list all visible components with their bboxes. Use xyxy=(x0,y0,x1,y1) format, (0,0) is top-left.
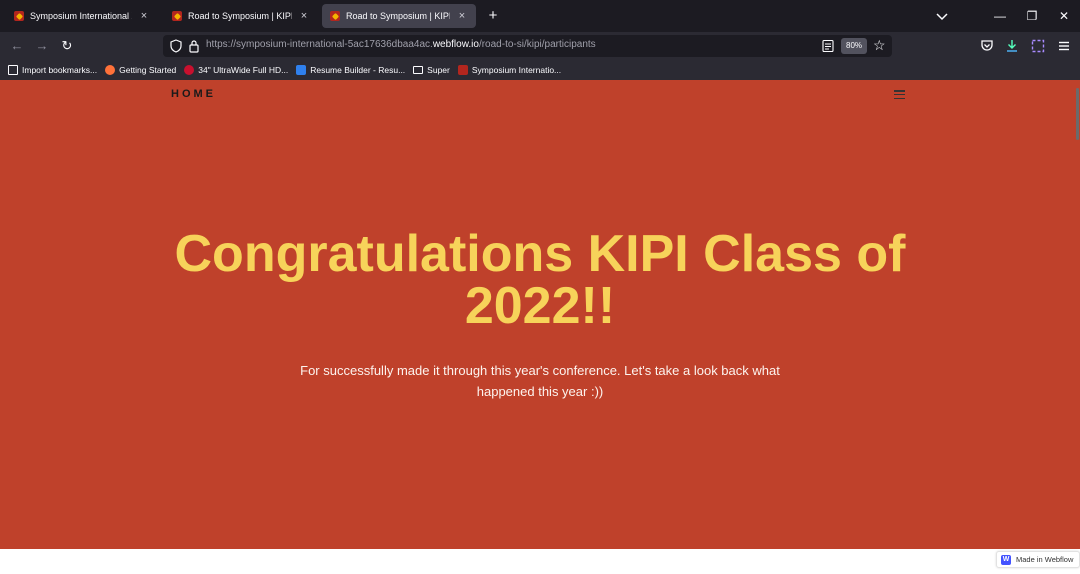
close-window-button[interactable]: ✕ xyxy=(1054,6,1074,26)
page-hero: HOME Congratulations KIPI Class of 2022!… xyxy=(0,80,1080,549)
navigation-toolbar: ← → ↻ https://symposium-international-5a… xyxy=(0,32,1080,60)
back-button[interactable]: ← xyxy=(8,37,26,55)
tab-road-to-symposium-2022[interactable]: Road to Symposium | KIPI 2022 × xyxy=(322,4,476,28)
bookmark-label: Symposium Internatio... xyxy=(471,65,562,75)
webflow-badge-label: Made in Webflow xyxy=(1016,555,1074,564)
reader-view-icon[interactable] xyxy=(821,39,835,53)
made-in-webflow-badge[interactable]: W Made in Webflow xyxy=(996,551,1080,568)
symposium-icon xyxy=(457,65,468,75)
tracking-shield-icon[interactable] xyxy=(169,39,183,53)
tab-strip: Symposium International XIV × Road to Sy… xyxy=(0,0,1080,32)
tab-close-icon[interactable]: × xyxy=(456,10,468,22)
home-nav-link[interactable]: HOME xyxy=(171,88,216,100)
page-subtext: For successfully made it through this ye… xyxy=(300,363,780,399)
restore-button[interactable]: ❐ xyxy=(1022,6,1042,26)
pocket-icon[interactable] xyxy=(979,38,995,54)
import-icon xyxy=(8,65,18,75)
tab-label: Road to Symposium | KIPI xyxy=(188,11,292,21)
bookmark-label: Import bookmarks... xyxy=(22,65,98,75)
resume-icon xyxy=(296,65,307,75)
bookmark-label: Super xyxy=(427,65,450,75)
page-scrollbar[interactable] xyxy=(1076,88,1079,140)
hamburger-menu-icon[interactable] xyxy=(894,90,905,99)
bookmark-ultrawide[interactable]: 34" UltraWide Full HD... xyxy=(184,65,288,75)
bookmark-label: Getting Started xyxy=(119,65,177,75)
zoom-level-badge[interactable]: 80% xyxy=(841,38,868,54)
tab-close-icon[interactable]: × xyxy=(138,10,150,22)
url-prefix: https://symposium-international-5ac17636… xyxy=(206,39,433,50)
symposium-favicon-icon xyxy=(172,11,182,21)
bookmarks-toolbar: Import bookmarks... Getting Started 34" … xyxy=(0,60,1080,80)
bookmark-import[interactable]: Import bookmarks... xyxy=(8,65,97,75)
page-below-fold xyxy=(0,549,1080,574)
minimize-button[interactable]: — xyxy=(990,6,1010,26)
bookmark-label: 34" UltraWide Full HD... xyxy=(198,65,289,75)
address-bar[interactable]: https://symposium-international-5ac17636… xyxy=(163,35,892,57)
tab-symposium-international[interactable]: Symposium International XIV × xyxy=(6,4,158,28)
firefox-icon xyxy=(105,65,116,75)
bookmark-label: Resume Builder - Resu... xyxy=(310,65,406,75)
tab-label: Road to Symposium | KIPI 2022 xyxy=(346,11,450,21)
tab-road-to-symposium[interactable]: Road to Symposium | KIPI × xyxy=(164,4,318,28)
menu-icon[interactable] xyxy=(1056,38,1072,54)
reload-button[interactable]: ↻ xyxy=(58,37,76,55)
tab-close-icon[interactable]: × xyxy=(298,10,310,22)
symposium-favicon-icon xyxy=(14,11,24,21)
new-tab-button[interactable]: + xyxy=(484,6,502,26)
folder-icon xyxy=(413,66,424,74)
url-path: /road-to-si/kipi/participants xyxy=(478,39,596,50)
webflow-logo-icon: W xyxy=(1001,554,1011,565)
downloads-icon[interactable] xyxy=(1004,38,1020,54)
lg-icon xyxy=(184,65,195,75)
extension-icon[interactable] xyxy=(1030,38,1046,54)
bookmark-resume-builder[interactable]: Resume Builder - Resu... xyxy=(296,65,405,75)
bookmark-star-icon[interactable]: ☆ xyxy=(873,37,889,53)
page-headline: Congratulations KIPI Class of 2022!! xyxy=(174,225,906,335)
bookmark-getting-started[interactable]: Getting Started xyxy=(105,65,176,75)
forward-button[interactable]: → xyxy=(33,37,51,55)
tab-label: Symposium International XIV xyxy=(30,11,132,21)
url-host: webflow.io xyxy=(432,39,479,50)
symposium-favicon-icon xyxy=(330,11,340,21)
lock-icon[interactable] xyxy=(188,39,200,53)
list-all-tabs-icon[interactable] xyxy=(934,8,950,24)
bookmark-symposium[interactable]: Symposium Internatio... xyxy=(457,65,562,75)
bookmark-folder-super[interactable]: Super xyxy=(413,65,450,75)
url-text[interactable]: https://symposium-international-5ac17636… xyxy=(206,39,596,50)
